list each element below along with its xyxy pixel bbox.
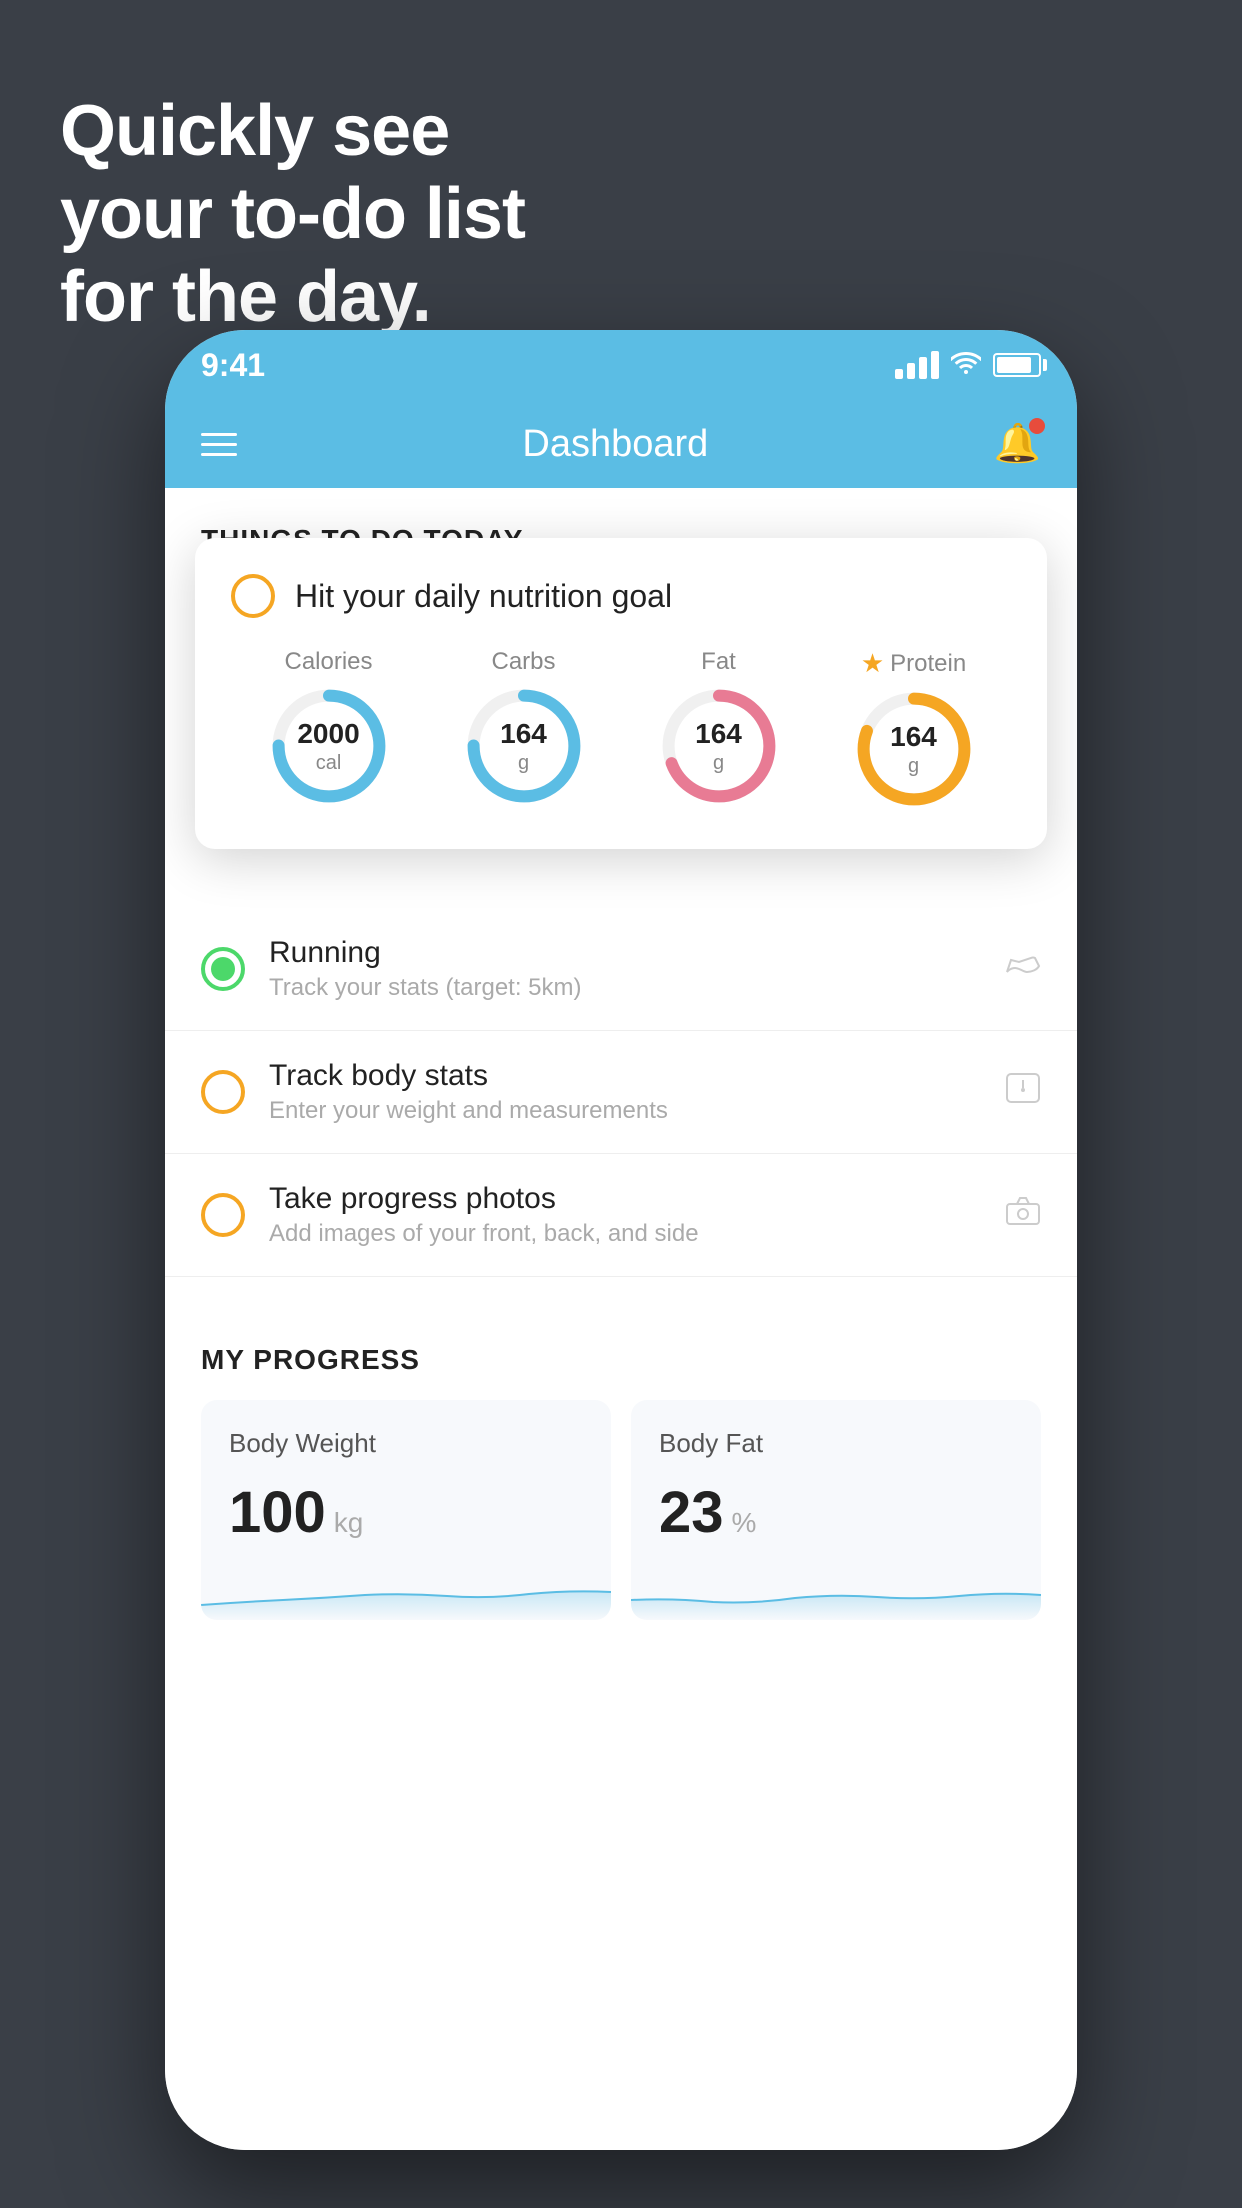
- nutrition-rings: Calories 2000 cal Carbs: [231, 648, 1011, 809]
- battery-icon: [993, 353, 1041, 377]
- fat-label: Fat: [701, 648, 736, 676]
- hero-text: Quickly see your to-do list for the day.: [60, 90, 525, 338]
- body-weight-value-row: 100 kg: [229, 1479, 583, 1546]
- body-stats-subtitle: Enter your weight and measurements: [269, 1097, 1005, 1125]
- protein-value: 164: [890, 720, 937, 754]
- todo-item-body-stats[interactable]: Track body stats Enter your weight and m…: [165, 1031, 1077, 1154]
- calories-ring-item: Calories 2000 cal: [269, 648, 389, 806]
- calories-label: Calories: [284, 648, 372, 676]
- scale-icon: [1005, 1072, 1041, 1112]
- calories-ring: 2000 cal: [269, 686, 389, 806]
- running-completed-circle: [201, 947, 245, 991]
- nav-bar: Dashboard 🔔: [165, 400, 1077, 488]
- bell-button[interactable]: 🔔: [994, 422, 1041, 466]
- status-bar: 9:41: [165, 330, 1077, 400]
- carbs-value: 164: [500, 717, 547, 751]
- protein-ring-item: ★ Protein 164 g: [854, 648, 974, 809]
- carbs-ring: 164 g: [464, 686, 584, 806]
- status-icons: [895, 350, 1041, 381]
- my-progress-section: MY PROGRESS Body Weight 100 kg: [165, 1308, 1077, 1656]
- wifi-icon: [951, 350, 981, 381]
- carbs-label: Carbs: [491, 648, 555, 676]
- photos-circle: [201, 1193, 245, 1237]
- running-title: Running: [269, 936, 1005, 970]
- status-time: 9:41: [201, 347, 265, 384]
- body-stats-title: Track body stats: [269, 1059, 1005, 1093]
- protein-star-icon: ★: [861, 648, 884, 679]
- content-area: THINGS TO DO TODAY Hit your daily nutrit…: [165, 488, 1077, 2150]
- protein-label-row: ★ Protein: [861, 648, 966, 679]
- fat-value: 164: [695, 717, 742, 751]
- body-weight-card[interactable]: Body Weight 100 kg: [201, 1400, 611, 1620]
- body-fat-number: 23: [659, 1479, 724, 1546]
- body-weight-title: Body Weight: [229, 1428, 583, 1459]
- body-stats-text: Track body stats Enter your weight and m…: [269, 1059, 1005, 1125]
- photos-subtitle: Add images of your front, back, and side: [269, 1220, 1005, 1248]
- running-text: Running Track your stats (target: 5km): [269, 936, 1005, 1002]
- carbs-ring-item: Carbs 164 g: [464, 648, 584, 806]
- my-progress-header: MY PROGRESS: [201, 1344, 1041, 1376]
- nutrition-card[interactable]: Hit your daily nutrition goal Calories 2…: [195, 538, 1047, 849]
- protein-unit: g: [890, 754, 937, 778]
- todo-list: Running Track your stats (target: 5km) T…: [165, 908, 1077, 1277]
- todo-item-photos[interactable]: Take progress photos Add images of your …: [165, 1154, 1077, 1277]
- notification-dot: [1029, 418, 1045, 434]
- running-subtitle: Track your stats (target: 5km): [269, 974, 1005, 1002]
- nutrition-card-title-row: Hit your daily nutrition goal: [231, 574, 1011, 618]
- nutrition-circle-indicator: [231, 574, 275, 618]
- hamburger-menu[interactable]: [201, 433, 237, 456]
- shoe-icon: [1005, 951, 1041, 988]
- body-stats-circle: [201, 1070, 245, 1114]
- calories-unit: cal: [297, 751, 359, 775]
- fat-ring-item: Fat 164 g: [659, 648, 779, 806]
- nutrition-card-title: Hit your daily nutrition goal: [295, 578, 672, 615]
- carbs-unit: g: [500, 751, 547, 775]
- body-weight-chart: [201, 1560, 611, 1620]
- calories-value: 2000: [297, 717, 359, 751]
- body-fat-title: Body Fat: [659, 1428, 1013, 1459]
- body-fat-card[interactable]: Body Fat 23 %: [631, 1400, 1041, 1620]
- photos-title: Take progress photos: [269, 1182, 1005, 1216]
- body-weight-number: 100: [229, 1479, 326, 1546]
- signal-icon: [895, 351, 939, 379]
- body-weight-unit: kg: [334, 1507, 364, 1539]
- protein-label: Protein: [890, 650, 966, 678]
- body-fat-unit: %: [732, 1507, 757, 1539]
- nav-title: Dashboard: [522, 423, 708, 466]
- body-fat-chart: [631, 1560, 1041, 1620]
- fat-unit: g: [695, 751, 742, 775]
- progress-cards-row: Body Weight 100 kg: [201, 1400, 1041, 1620]
- todo-item-running[interactable]: Running Track your stats (target: 5km): [165, 908, 1077, 1031]
- camera-icon: [1005, 1196, 1041, 1234]
- photos-text: Take progress photos Add images of your …: [269, 1182, 1005, 1248]
- protein-ring: 164 g: [854, 689, 974, 809]
- body-fat-value-row: 23 %: [659, 1479, 1013, 1546]
- fat-ring: 164 g: [659, 686, 779, 806]
- phone-frame: 9:41 Dashboard 🔔: [165, 330, 1077, 2150]
